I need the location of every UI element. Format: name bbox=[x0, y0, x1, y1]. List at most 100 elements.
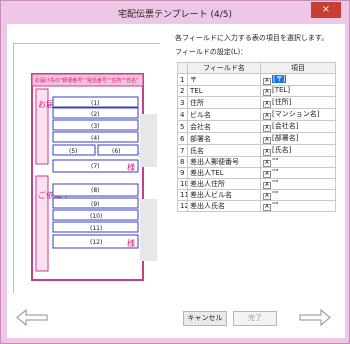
table-row[interactable]: 9 差出人TEL A "" bbox=[177, 167, 336, 179]
table-row[interactable]: 5 会社名 A [会社名] bbox=[177, 120, 336, 133]
row-number: 12 bbox=[177, 200, 188, 212]
field-mapping-table[interactable]: フィールド名 項目 1 〒 A [〒] 2 TEL A [TEL] 3 住所 A [住所] 4 ビル… bbox=[177, 62, 336, 212]
title-bar[interactable]: 宅配伝票テンプレート (4/5) × bbox=[1, 1, 349, 23]
a-icon: A bbox=[263, 113, 271, 120]
item-cell[interactable]: A [マンション名] bbox=[260, 108, 336, 121]
done-button[interactable]: 完了 bbox=[233, 311, 277, 326]
item-value[interactable]: [氏名] bbox=[272, 146, 291, 154]
item-header: 項目 bbox=[260, 62, 336, 74]
field-name-cell[interactable]: 会社名 bbox=[187, 120, 261, 133]
preview-label-5: (5) bbox=[69, 148, 78, 155]
table-row[interactable]: 8 差出人郵便番号 A "" bbox=[177, 156, 336, 168]
preview-label-1: (1) bbox=[91, 100, 100, 107]
row-number: 3 bbox=[177, 96, 188, 109]
preview-label-12: (12) bbox=[90, 239, 102, 246]
item-cell[interactable]: A [〒] bbox=[260, 73, 336, 86]
row-number: 5 bbox=[177, 120, 188, 133]
preview-label-6: (6) bbox=[112, 148, 121, 155]
a-icon: A bbox=[263, 160, 271, 167]
item-value[interactable]: "" bbox=[272, 191, 278, 199]
item-cell[interactable]: A "" bbox=[260, 167, 336, 179]
item-value[interactable]: [TEL] bbox=[272, 87, 290, 95]
table-row[interactable]: 12差出人氏名A"" bbox=[177, 200, 336, 212]
wizard-content: お届け先の"郵便番号""電話番号""住所""氏名" お届け先 ご依頼主 bbox=[7, 24, 345, 338]
row-number: 4 bbox=[177, 108, 188, 121]
field-name-cell[interactable]: 差出人氏名 bbox=[187, 200, 261, 212]
item-cell[interactable]: A "" bbox=[260, 178, 336, 190]
item-value[interactable]: "" bbox=[272, 169, 278, 177]
item-value[interactable]: [部署名] bbox=[272, 134, 298, 142]
waybill-preview-image: お届け先の"郵便番号""電話番号""住所""氏名" お届け先 ご依頼主 bbox=[14, 44, 161, 294]
a-icon: A bbox=[263, 171, 271, 178]
a-icon: A bbox=[263, 193, 271, 200]
field-name-cell[interactable]: 住所 bbox=[187, 96, 261, 109]
table-row[interactable]: 10差出人住所A"" bbox=[177, 178, 336, 190]
cancel-button[interactable]: キャンセル bbox=[183, 311, 227, 326]
field-name-cell[interactable]: 差出人郵便番号 bbox=[187, 156, 261, 168]
a-icon: A bbox=[263, 89, 271, 96]
item-value[interactable]: "" bbox=[272, 202, 278, 210]
table-row[interactable]: 4 ビル名 A [マンション名] bbox=[177, 108, 336, 121]
item-cell[interactable]: A [TEL] bbox=[260, 85, 336, 97]
item-cell[interactable]: A [会社名] bbox=[260, 120, 336, 133]
a-icon: A bbox=[263, 101, 271, 108]
preview-label-4: (4) bbox=[91, 135, 100, 142]
preview-label-2: (2) bbox=[91, 111, 100, 118]
item-value[interactable]: [住所] bbox=[272, 98, 291, 106]
a-icon: A bbox=[263, 149, 271, 156]
preview-label-10: (10) bbox=[90, 213, 102, 220]
waybill-preview: お届け先の"郵便番号""電話番号""住所""氏名" お届け先 ご依頼主 bbox=[13, 43, 161, 294]
preview-top-text: お届け先の"郵便番号""電話番号""住所""氏名" bbox=[35, 77, 138, 84]
field-name-cell[interactable]: 部署名 bbox=[187, 132, 261, 145]
item-value[interactable]: [会社名] bbox=[272, 122, 298, 130]
row-number: 11 bbox=[177, 189, 188, 201]
preview-label-7: (7) bbox=[91, 163, 100, 170]
row-number: 2 bbox=[177, 85, 188, 97]
a-icon: A bbox=[263, 204, 271, 211]
item-value[interactable]: "" bbox=[272, 180, 278, 188]
row-number: 10 bbox=[177, 178, 188, 190]
item-cell[interactable]: A "" bbox=[260, 156, 336, 168]
next-arrow-icon[interactable] bbox=[298, 308, 332, 327]
item-value[interactable]: "" bbox=[272, 158, 278, 166]
table-row[interactable]: 1 〒 A [〒] bbox=[177, 73, 336, 86]
field-name-cell[interactable]: ビル名 bbox=[187, 108, 261, 121]
preview-label-3: (3) bbox=[91, 123, 100, 130]
table-row[interactable]: 7 氏名 A [氏名] bbox=[177, 144, 336, 157]
back-arrow-icon[interactable] bbox=[15, 308, 49, 327]
table-corner-header bbox=[177, 62, 188, 74]
field-name-cell[interactable]: 氏名 bbox=[187, 144, 261, 157]
close-button[interactable]: × bbox=[311, 2, 341, 18]
item-cell[interactable]: A [氏名] bbox=[260, 144, 336, 157]
row-number: 6 bbox=[177, 132, 188, 145]
table-row[interactable]: 3 住所 A [住所] bbox=[177, 96, 336, 109]
item-cell[interactable]: A "" bbox=[260, 200, 336, 212]
field-name-cell[interactable]: 差出人TEL bbox=[187, 167, 261, 179]
a-icon: A bbox=[263, 137, 271, 144]
row-number: 8 bbox=[177, 156, 188, 168]
table-row[interactable]: 11差出人ビル名A"" bbox=[177, 189, 336, 201]
a-icon: A bbox=[263, 125, 271, 132]
field-settings-label: フィールドの設定(L)： bbox=[175, 48, 248, 56]
item-cell[interactable]: A [住所] bbox=[260, 96, 336, 109]
row-number: 1 bbox=[177, 73, 188, 86]
row-number: 9 bbox=[177, 167, 188, 179]
item-cell[interactable]: A [部署名] bbox=[260, 132, 336, 145]
instruction-text: 各フィールドに入力する表の項目を選択します。 bbox=[175, 34, 329, 42]
field-name-cell[interactable]: 差出人住所 bbox=[187, 178, 261, 190]
item-value[interactable]: [マンション名] bbox=[272, 110, 319, 118]
table-row[interactable]: 2 TEL A [TEL] bbox=[177, 85, 336, 97]
item-cell[interactable]: A "" bbox=[260, 189, 336, 201]
field-name-cell[interactable]: TEL bbox=[187, 85, 261, 97]
preview-label-8: (8) bbox=[91, 187, 100, 194]
preview-sama-1: 様 bbox=[127, 162, 135, 172]
window-title: 宅配伝票テンプレート (4/5) bbox=[117, 10, 233, 20]
field-name-cell[interactable]: 〒 bbox=[187, 73, 261, 86]
field-name-header: フィールド名 bbox=[187, 62, 261, 74]
row-number: 7 bbox=[177, 144, 188, 157]
field-name-cell[interactable]: 差出人ビル名 bbox=[187, 189, 261, 201]
item-value[interactable]: [〒] bbox=[272, 75, 287, 83]
a-icon: A bbox=[263, 182, 271, 189]
a-icon: A bbox=[263, 78, 271, 85]
table-row[interactable]: 6 部署名 A [部署名] bbox=[177, 132, 336, 145]
